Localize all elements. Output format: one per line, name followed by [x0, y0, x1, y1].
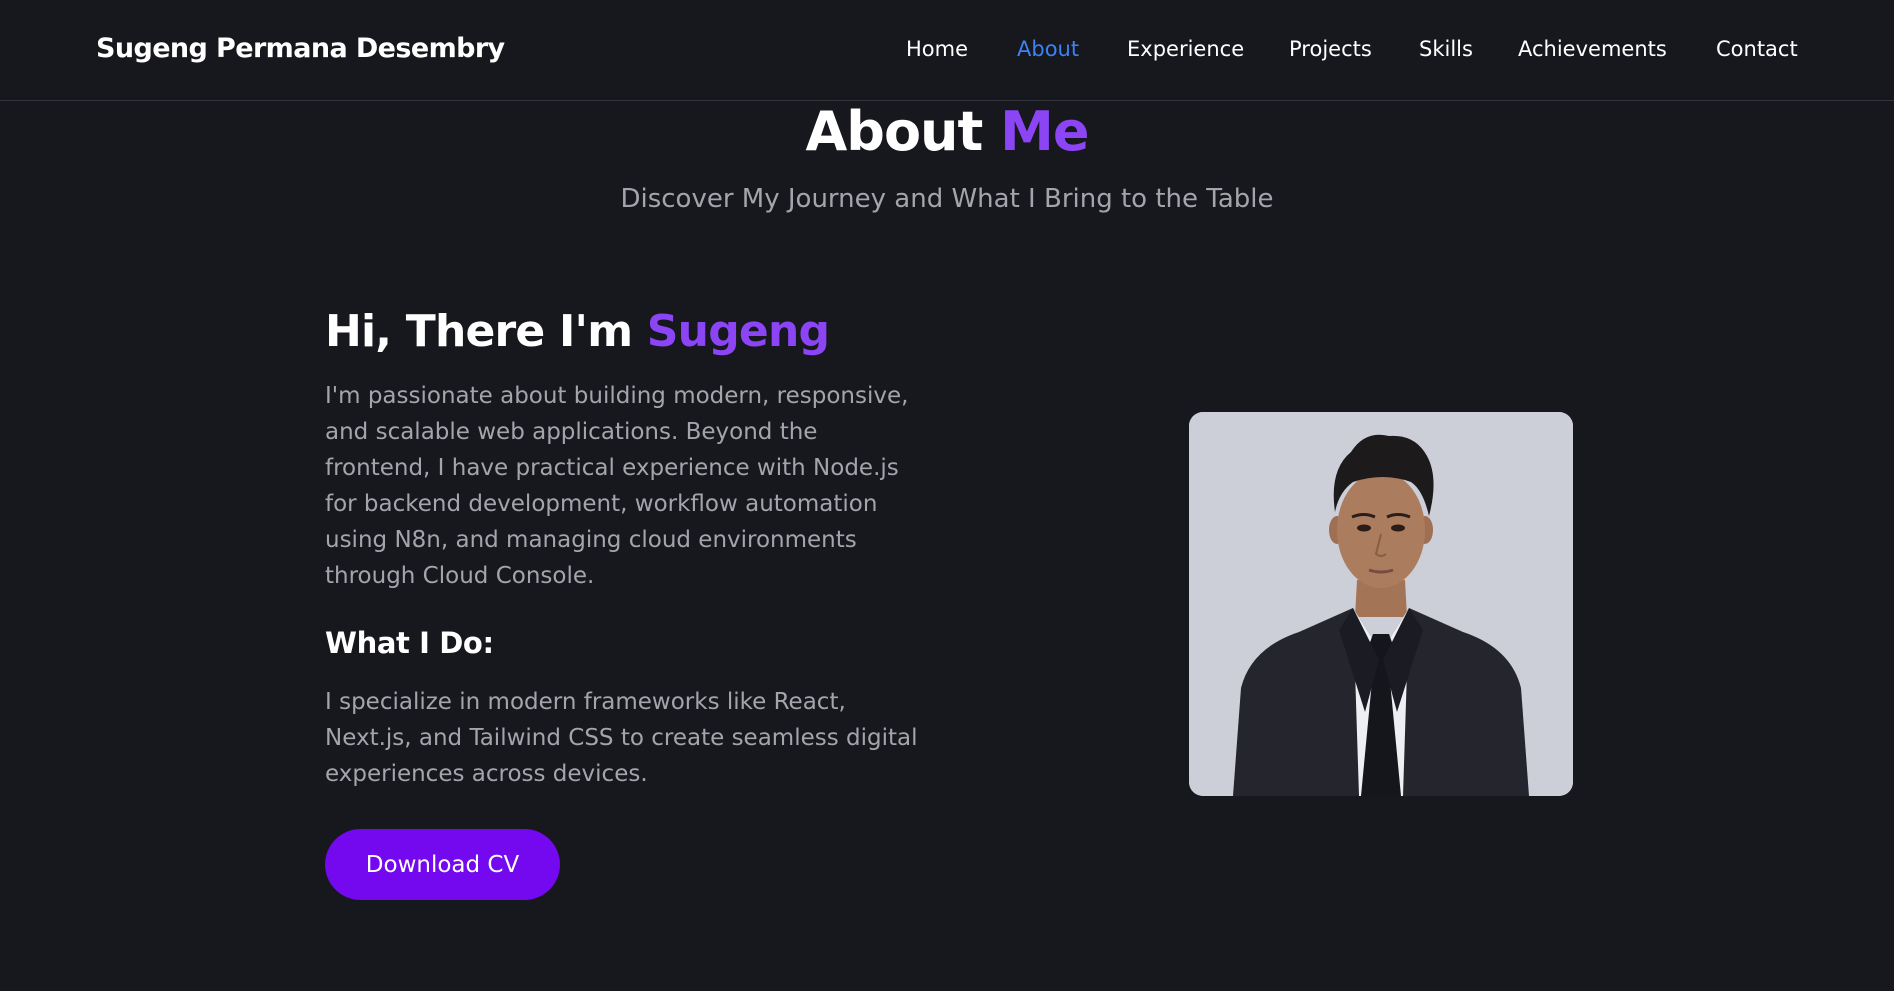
nav-item-home[interactable]: Home [906, 37, 968, 61]
nav-item-skills[interactable]: Skills [1419, 37, 1473, 61]
download-cv-button[interactable]: Download CV [325, 829, 560, 900]
nav-item-projects[interactable]: Projects [1289, 37, 1372, 61]
nav-item-experience[interactable]: Experience [1127, 37, 1244, 61]
greeting-main: Hi, There I'm [325, 306, 647, 357]
nav-item-about[interactable]: About [1017, 37, 1079, 61]
greeting-name: Sugeng [646, 306, 830, 357]
what-i-do-paragraph: I specialize in modern frameworks like R… [325, 689, 918, 787]
what-i-do-heading: What I Do: [325, 626, 494, 660]
intro-paragraph: I'm passionate about building modern, re… [325, 383, 909, 589]
nav-item-achievements[interactable]: Achievements [1518, 37, 1667, 61]
section-title-accent: Me [1000, 100, 1089, 163]
section-title-main: About [805, 100, 1001, 163]
profile-photo [1189, 412, 1573, 796]
greeting-heading: Hi, There I'm Sugeng [325, 306, 830, 357]
section-title: About Me [0, 100, 1894, 163]
section-subtitle: Discover My Journey and What I Bring to … [620, 184, 1274, 214]
brand-logo[interactable]: Sugeng Permana Desembry [96, 33, 505, 64]
navbar: Sugeng Permana Desembry Home About Exper… [0, 0, 1894, 101]
nav-item-contact[interactable]: Contact [1716, 37, 1798, 61]
